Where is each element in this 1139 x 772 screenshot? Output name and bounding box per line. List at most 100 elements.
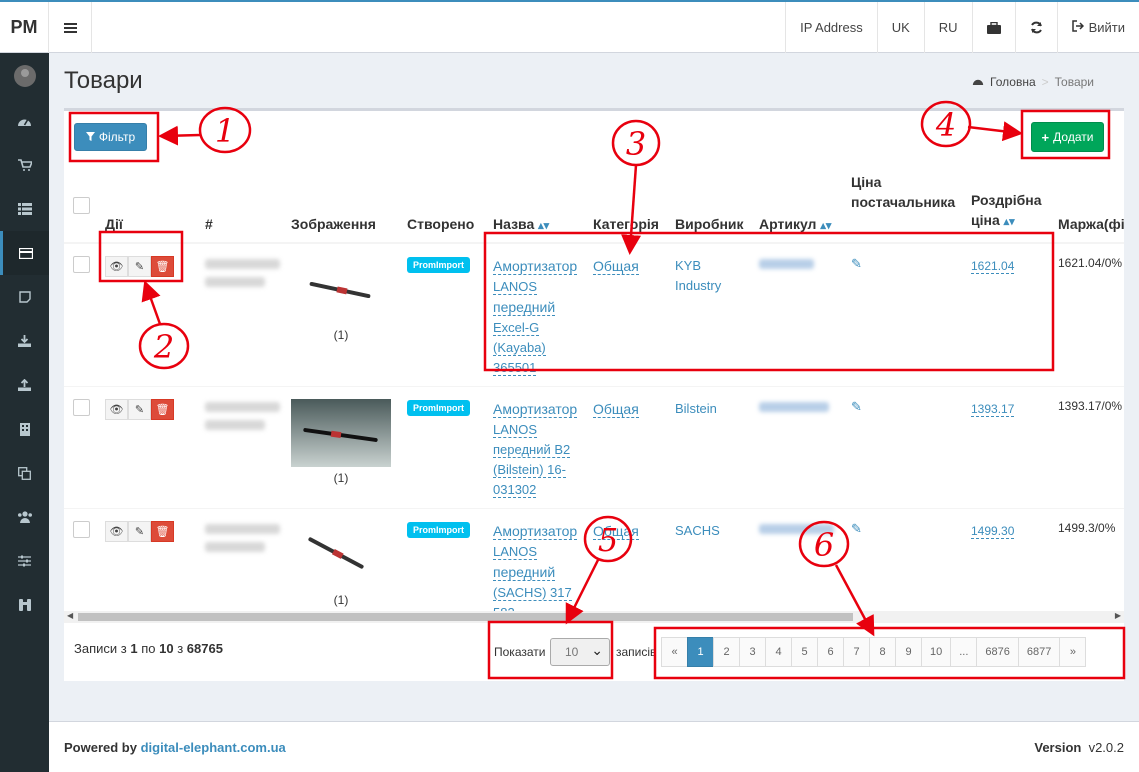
row-checkbox[interactable] [73, 521, 90, 538]
category-link[interactable]: Общая [593, 523, 639, 540]
product-name-link[interactable]: Амортизатор LANOS передний Excel-G (Kayaba) 3… [493, 256, 585, 378]
developer-link[interactable]: digital-elephant.com.ua [141, 740, 286, 755]
upload-icon[interactable] [0, 363, 49, 407]
col-margin: Маржа(фі [1050, 166, 1124, 244]
trash-icon[interactable]: 🗑 [151, 256, 174, 277]
eye-icon[interactable]: 👁 [105, 399, 128, 420]
records-info: Записи з 1 по 10 з 68765 [74, 641, 223, 656]
edit-icon[interactable]: ✎ [128, 521, 151, 542]
retail-price-link[interactable]: 1499.30 [971, 524, 1015, 539]
product-name-link[interactable]: Амортизатор LANOS передний B2 (Bilstein) 16… [493, 399, 585, 500]
pagination-page[interactable]: 2 [713, 637, 740, 667]
trash-icon[interactable]: 🗑 [151, 521, 174, 542]
main-content: Товари Головна > Товари Фільтр + Додати … [49, 53, 1139, 721]
page-footer: Powered by digital-elephant.com.ua Versi… [49, 721, 1139, 772]
image-count: (1) [333, 328, 349, 342]
scroll-right-arrow[interactable]: ▶ [1115, 611, 1121, 620]
pagination-prev[interactable]: « [661, 637, 688, 667]
pagination-page[interactable]: 6876 [976, 637, 1019, 667]
ip-address-link[interactable]: IP Address [785, 2, 877, 53]
pagination-page[interactable]: 8 [869, 637, 896, 667]
table-row: 👁 ✎ 🗑 (1) PromImport Амортизатор LANOS пер… [64, 508, 1124, 611]
category-link[interactable]: Общая [593, 258, 639, 275]
horizontal-scrollbar[interactable]: ◀ ▶ [64, 611, 1124, 623]
maker-link[interactable]: SACHS [675, 521, 751, 541]
app-logo[interactable]: PM [0, 2, 49, 53]
pagination-next[interactable]: » [1059, 637, 1087, 667]
table-row: 👁 ✎ 🗑 (1) PromImport Амортизатор LANOS пер… [64, 242, 1124, 387]
scrollbar-thumb[interactable] [78, 613, 853, 621]
sort-icon: ▴▾ [1003, 216, 1015, 228]
product-name-link[interactable]: АмортизаторLANOSпередний(SACHS) 317582 [493, 521, 585, 611]
powered-by-label: Powered by [64, 740, 137, 755]
dashboard-icon[interactable] [0, 99, 49, 143]
sliders-icon[interactable] [0, 539, 49, 583]
list-icon[interactable] [0, 187, 49, 231]
building-icon[interactable] [0, 407, 49, 451]
source-badge: PromImport [407, 257, 471, 273]
trash-icon[interactable]: 🗑 [151, 399, 174, 420]
pencil-icon[interactable]: ✎ [851, 521, 862, 536]
pagination-page[interactable]: 7 [843, 637, 870, 667]
product-image[interactable] [291, 399, 391, 467]
col-category: Категорія [585, 166, 667, 244]
filter-button[interactable]: Фільтр [74, 123, 147, 151]
pagination-page[interactable]: 3 [739, 637, 766, 667]
category-link[interactable]: Общая [593, 401, 639, 418]
copy-icon[interactable] [0, 451, 49, 495]
maker-link[interactable]: Bilstein [675, 399, 751, 419]
col-article[interactable]: Артикул ▴▾ [751, 166, 843, 244]
lang-uk-link[interactable]: UK [876, 2, 924, 53]
sidebar [0, 53, 49, 772]
pagination-page[interactable]: 10 [921, 637, 952, 667]
products-icon[interactable] [0, 231, 49, 275]
row-checkbox[interactable] [73, 256, 90, 273]
retail-price-link[interactable]: 1621.04 [971, 259, 1015, 274]
users-icon[interactable] [0, 495, 49, 539]
binoculars-icon[interactable] [0, 583, 49, 627]
refresh-icon[interactable] [1014, 2, 1057, 53]
lang-ru-link[interactable]: RU [923, 2, 972, 53]
sort-icon: ▴▾ [820, 220, 832, 232]
hamburger-icon[interactable] [49, 2, 92, 53]
eye-icon[interactable]: 👁 [105, 256, 128, 277]
pagination-page[interactable]: 4 [765, 637, 792, 667]
row-actions: 👁 ✎ 🗑 [105, 521, 197, 542]
maker-link[interactable]: KYB Industry [675, 256, 751, 296]
row-actions: 👁 ✎ 🗑 [105, 256, 197, 277]
product-image[interactable] [291, 521, 391, 589]
download-icon[interactable] [0, 319, 49, 363]
col-retail-price[interactable]: Роздрібна ціна ▴▾ [963, 166, 1050, 244]
entries-label: записів [616, 645, 657, 659]
retail-price-link[interactable]: 1393.17 [971, 402, 1015, 417]
pagination-page[interactable]: 5 [791, 637, 818, 667]
source-badge: PromImport [407, 522, 471, 538]
pagination-page[interactable]: 6877 [1017, 637, 1061, 667]
eye-icon[interactable]: 👁 [105, 521, 128, 542]
pencil-icon[interactable]: ✎ [851, 256, 862, 271]
logout-label: Вийти [1088, 20, 1125, 35]
pagination-page[interactable]: 6 [817, 637, 844, 667]
col-created: Створено [399, 166, 485, 244]
add-button[interactable]: + Додати [1031, 122, 1104, 152]
edit-icon[interactable]: ✎ [128, 256, 151, 277]
col-maker: Виробник [667, 166, 751, 244]
select-all-checkbox[interactable] [73, 197, 90, 214]
col-name[interactable]: Назва ▴▾ [485, 166, 585, 244]
col-supplier-price: Ціна постачальника [843, 166, 963, 244]
pencil-icon[interactable]: ✎ [851, 399, 862, 414]
pagination-page[interactable]: 1 [687, 637, 714, 667]
page-size-select[interactable]: 10 [550, 638, 610, 666]
breadcrumb-home[interactable]: Головна [990, 75, 1036, 89]
pagination-page: ... [950, 637, 978, 667]
edit-icon[interactable]: ✎ [128, 399, 151, 420]
logout-link[interactable]: Вийти [1056, 2, 1139, 53]
pagination-page[interactable]: 9 [895, 637, 922, 667]
briefcase-icon[interactable] [971, 2, 1015, 53]
product-image[interactable] [291, 256, 391, 324]
shopping-cart-icon[interactable] [0, 143, 49, 187]
scroll-left-arrow[interactable]: ◀ [67, 611, 73, 620]
row-checkbox[interactable] [73, 399, 90, 416]
note-icon[interactable] [0, 275, 49, 319]
user-avatar[interactable] [0, 53, 49, 99]
